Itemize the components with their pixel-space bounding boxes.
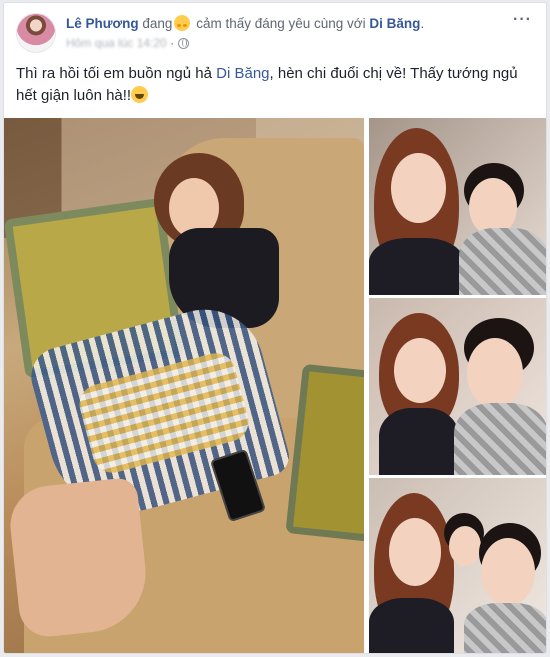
timestamp[interactable]: Hôm qua lúc 14:20: [66, 36, 167, 50]
post-text: Thì ra hồi tối em buồn ngủ hả Di Băng, h…: [16, 63, 532, 107]
action-text: đang: [142, 16, 173, 31]
author-name[interactable]: Lê Phương: [66, 16, 139, 31]
tagged-suffix: .: [420, 16, 425, 31]
main-photo[interactable]: [4, 118, 364, 653]
post-text-mention[interactable]: Di Băng: [216, 65, 269, 82]
post-meta: Hôm qua lúc 14:20 ·: [66, 35, 190, 51]
tagged-friend[interactable]: Di Băng: [369, 16, 420, 31]
post-header: Lê Phương đang cảm thấy đáng yêu cùng vớ…: [16, 11, 534, 59]
post-card: Lê Phương đang cảm thấy đáng yêu cùng vớ…: [3, 2, 547, 654]
feeling-emoji-icon: [174, 15, 191, 31]
avatar[interactable]: [16, 13, 56, 53]
post-text-before: Thì ra hồi tối em buồn ngủ hả: [16, 65, 217, 82]
photo-grid: [4, 118, 546, 653]
globe-icon[interactable]: [178, 38, 190, 49]
laughing-emoji-icon: [131, 86, 149, 103]
photo-thumb-3[interactable]: [369, 478, 546, 653]
post-headline: Lê Phương đang cảm thấy đáng yêu cùng vớ…: [66, 15, 424, 33]
feeling-text: cảm thấy đáng yêu cùng với: [196, 16, 366, 31]
photo-thumb-2[interactable]: [369, 298, 546, 475]
ellipsis-icon[interactable]: ···: [513, 11, 532, 29]
photo-thumb-1[interactable]: [369, 118, 546, 295]
